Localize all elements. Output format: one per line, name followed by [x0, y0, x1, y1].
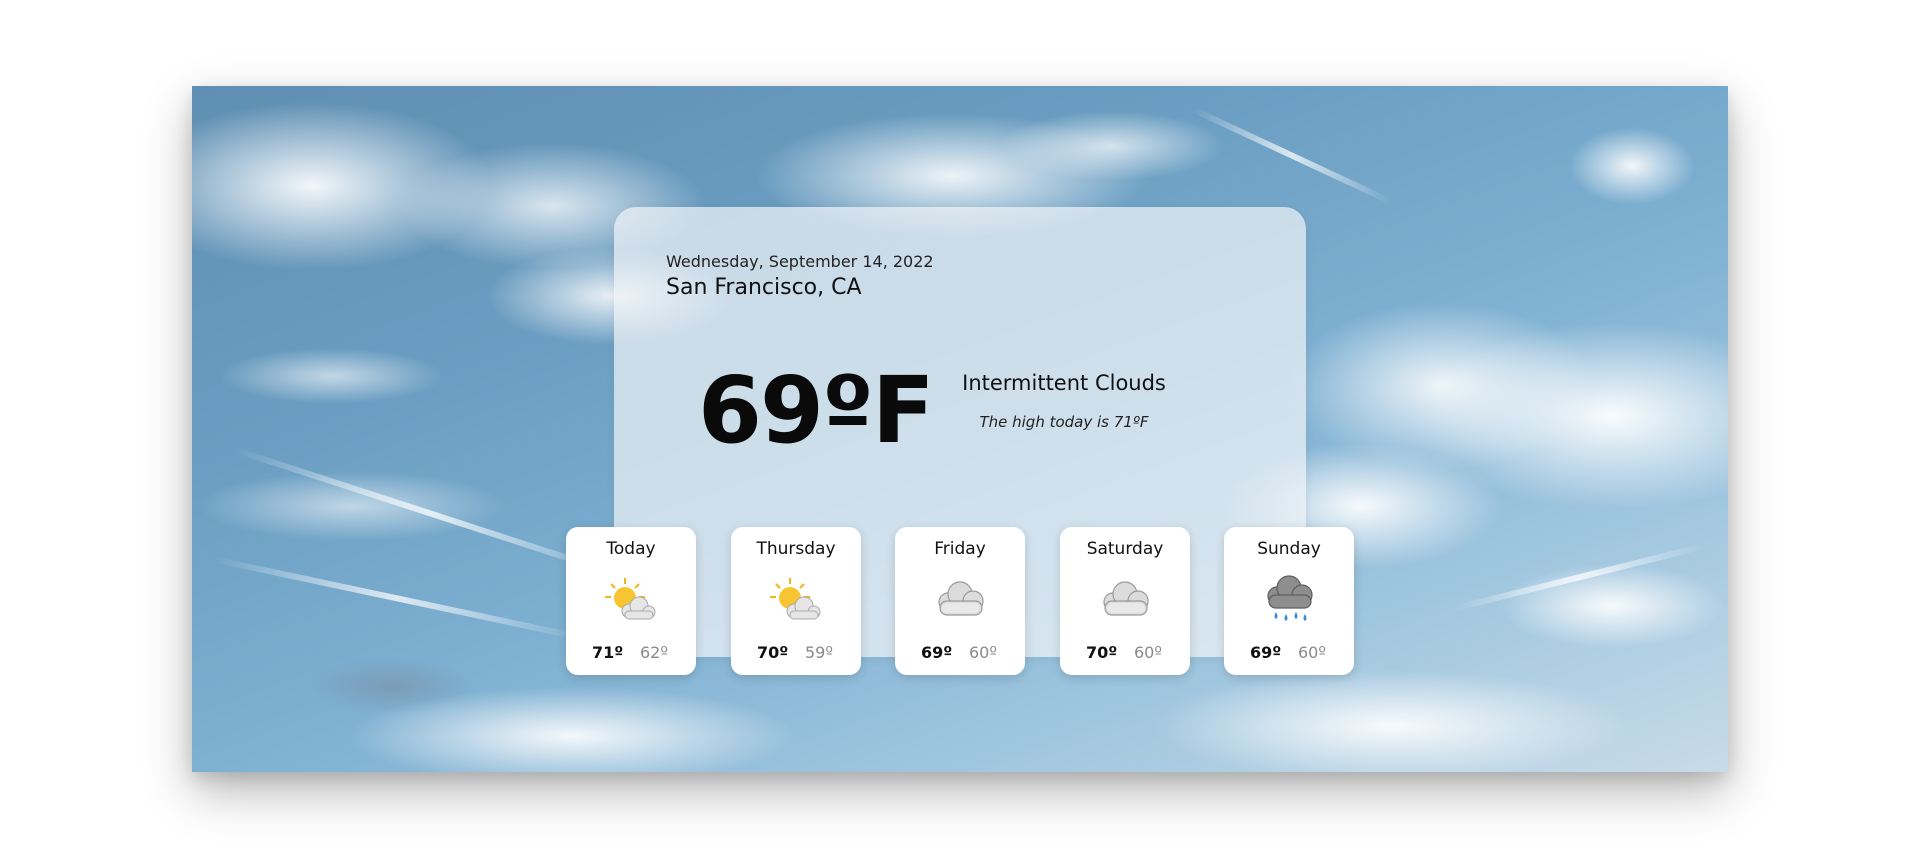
forecast-low: 60º	[1298, 643, 1326, 662]
forecast-day-label: Today	[606, 539, 656, 559]
forecast-low: 60º	[969, 643, 997, 662]
forecast-high: 70º	[1086, 643, 1118, 662]
forecast-card-sunday: Sunday 69º 60º	[1224, 527, 1354, 675]
cloud-streak	[1451, 543, 1706, 612]
forecast-high: 69º	[921, 643, 953, 662]
forecast-high: 69º	[1250, 643, 1282, 662]
cloud-streak	[211, 556, 585, 641]
forecast-day-label: Friday	[934, 539, 986, 559]
cloud-streak	[1190, 106, 1393, 205]
forecast-day-label: Thursday	[756, 539, 836, 559]
forecast-high: 71º	[592, 643, 624, 662]
sun-behind-cloud-icon	[770, 578, 821, 620]
current-temperature: 69ºF	[698, 357, 935, 464]
forecast-day-label: Saturday	[1086, 539, 1164, 559]
condition-label: Intermittent Clouds	[962, 371, 1166, 395]
high-temperature-note: The high today is 71ºF	[979, 413, 1149, 431]
forecast-card-thursday: Thursday 70º 59º	[731, 527, 861, 675]
cloud-icon	[938, 581, 984, 616]
forecast-card-friday: Friday 69º 60º	[895, 527, 1025, 675]
forecast-low: 60º	[1134, 643, 1162, 662]
forecast-low: 62º	[640, 643, 668, 662]
cloud-icon	[1103, 581, 1149, 616]
forecast-low: 59º	[805, 643, 833, 662]
location-label: San Francisco, CA	[666, 275, 862, 300]
rain-cloud-icon	[1267, 575, 1313, 621]
forecast-day-label: Sunday	[1257, 539, 1321, 559]
weather-app-window: Wednesday, September 14, 2022 San Franci…	[192, 86, 1728, 772]
forecast-card-saturday: Saturday 70º 60º	[1060, 527, 1190, 675]
forecast-card-today: Today 71º 62º	[566, 527, 696, 675]
forecast-high: 70º	[757, 643, 789, 662]
current-date: Wednesday, September 14, 2022	[666, 252, 934, 271]
sun-behind-cloud-icon	[605, 578, 656, 620]
